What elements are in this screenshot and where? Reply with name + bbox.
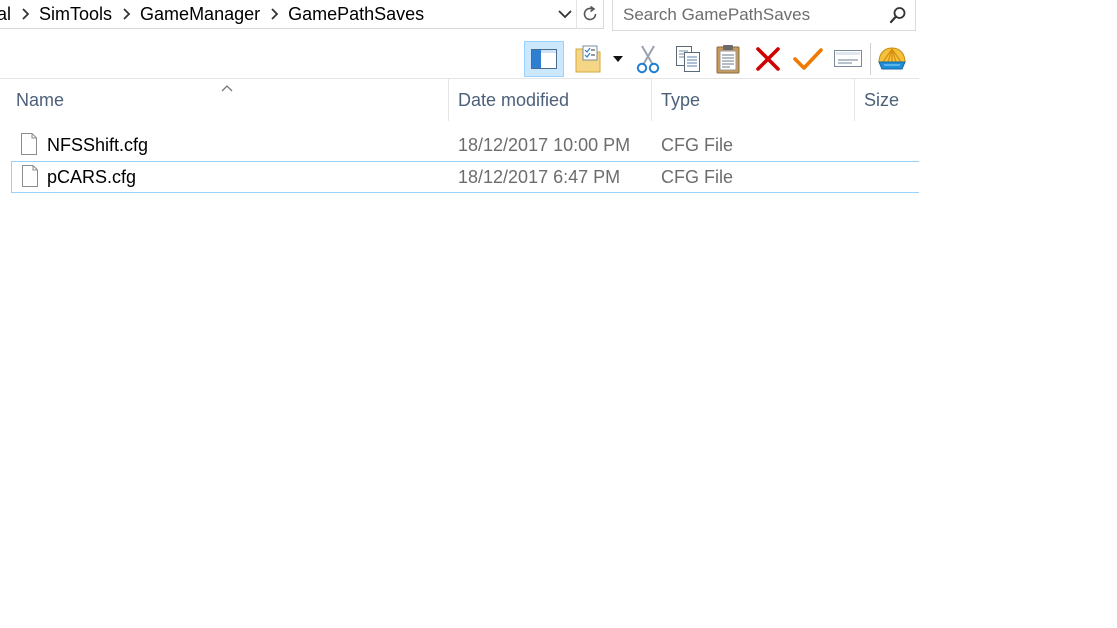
preview-pane-button[interactable] <box>524 41 564 77</box>
red-x-icon <box>756 47 780 71</box>
breadcrumb: al SimTools GameManager GamePathSaves <box>0 0 554 29</box>
file-name: NFSShift.cfg <box>47 135 149 155</box>
chevron-right-icon[interactable] <box>14 8 36 20</box>
clipboard-icon <box>716 45 740 74</box>
cut-button[interactable] <box>628 41 668 77</box>
column-headers: Name Date modified Type Size <box>0 78 919 121</box>
search-button[interactable] <box>881 0 915 30</box>
properties-button[interactable] <box>568 41 608 77</box>
chevron-down-icon <box>558 9 572 18</box>
breadcrumb-item-simtools[interactable]: SimTools <box>36 4 115 25</box>
preview-pane-icon <box>531 49 557 69</box>
shell-button[interactable] <box>875 41 909 77</box>
chevron-right-icon[interactable] <box>115 8 137 20</box>
column-header-name[interactable]: Name <box>7 79 448 121</box>
file-date-modified: 18/12/2017 10:00 PM <box>458 135 631 155</box>
properties-dropdown-button[interactable] <box>608 41 628 77</box>
scissors-icon <box>636 45 660 74</box>
chevron-right-icon[interactable] <box>263 8 285 20</box>
file-icon <box>20 133 38 160</box>
file-row[interactable]: pCARS.cfg 18/12/2017 6:47 PM CFG File <box>11 161 919 193</box>
dropdown-arrow-icon <box>613 56 623 62</box>
file-name: pCARS.cfg <box>47 167 137 187</box>
delete-button[interactable] <box>748 41 788 77</box>
refresh-button[interactable] <box>576 0 603 29</box>
orange-checkmark-icon <box>793 48 823 70</box>
column-header-name-label: Name <box>16 89 65 110</box>
rename-button[interactable] <box>828 41 868 77</box>
shell-icon <box>878 47 906 70</box>
breadcrumb-item-parent[interactable]: al <box>0 4 14 25</box>
column-header-type-label: Type <box>661 89 701 110</box>
file-row[interactable]: NFSShift.cfg 18/12/2017 10:00 PM CFG Fil… <box>11 129 919 161</box>
file-type: CFG File <box>661 167 733 187</box>
column-header-date-modified[interactable]: Date modified <box>449 79 651 121</box>
properties-folder-icon <box>575 45 601 73</box>
file-icon <box>21 165 39 192</box>
file-date-modified: 18/12/2017 6:47 PM <box>458 167 621 187</box>
address-bar[interactable]: al SimTools GameManager GamePathSaves <box>0 0 604 29</box>
search-box <box>612 0 916 31</box>
column-header-type[interactable]: Type <box>652 79 854 121</box>
search-icon <box>889 7 906 24</box>
rename-icon <box>834 50 862 67</box>
search-input[interactable] <box>613 4 881 26</box>
copy-button[interactable] <box>668 41 708 77</box>
toolbar <box>524 40 909 78</box>
copy-icon <box>676 46 700 72</box>
column-header-size[interactable]: Size <box>855 79 919 121</box>
paste-button[interactable] <box>708 41 748 77</box>
column-header-size-label: Size <box>864 89 900 110</box>
toolbar-separator <box>870 43 871 75</box>
breadcrumb-item-gamemanager[interactable]: GameManager <box>137 4 263 25</box>
file-type: CFG File <box>661 135 733 155</box>
refresh-icon <box>583 5 597 21</box>
column-header-date-label: Date modified <box>458 89 570 110</box>
address-history-dropdown[interactable] <box>554 0 576 29</box>
breadcrumb-item-gamepathsaves[interactable]: GamePathSaves <box>285 4 427 25</box>
select-button[interactable] <box>788 41 828 77</box>
